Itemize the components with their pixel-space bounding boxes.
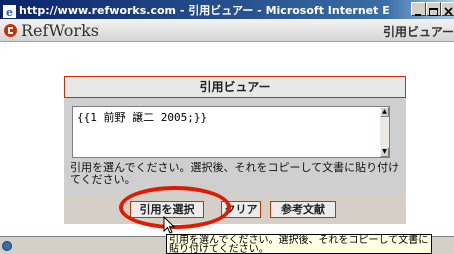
window-title: http://www.refworks.com - 引用ビュアー - Micro…: [19, 3, 389, 17]
ie-icon: e: [3, 3, 16, 19]
button-tooltip: 引用を選んでください。選択後、それをコピーして文書に貼り付けてください。: [166, 234, 432, 254]
panel-title: 引用ビュアー: [64, 76, 406, 98]
scroll-down-arrow-icon[interactable]: ▼: [380, 147, 389, 157]
page-status-icon: [2, 241, 12, 251]
svg-text:e: e: [6, 6, 13, 18]
textarea-scrollbar[interactable]: ▲ ▼: [380, 107, 389, 157]
button-bar: 引用を選択 クリア 参考文献: [64, 195, 406, 224]
mouse-pointer-icon: [163, 215, 179, 236]
citation-textarea[interactable]: {{1 前野 譲二 2005;}}: [72, 106, 390, 158]
app-header: RefWorks 引用ビュアー: [0, 19, 454, 42]
citation-viewer-panel: 引用ビュアー {{1 前野 譲二 2005;}} ▲ ▼ 引用を選んでください。…: [64, 76, 406, 224]
minimize-button[interactable]: [411, 2, 426, 16]
window-titlebar: e http://www.refworks.com - 引用ビュアー - Mic…: [0, 0, 454, 19]
close-button[interactable]: [441, 2, 454, 16]
instructions-text: 引用を選んでください。選択後、それをコピーして文書に貼り付けてください。: [70, 161, 400, 186]
header-title: 引用ビュアー: [382, 25, 454, 39]
app-logo-text: RefWorks: [21, 20, 99, 40]
refworks-logo-icon: [4, 23, 17, 37]
scroll-up-arrow-icon[interactable]: ▲: [380, 107, 389, 117]
maximize-button[interactable]: [426, 2, 441, 16]
references-button[interactable]: 参考文献: [270, 201, 336, 218]
